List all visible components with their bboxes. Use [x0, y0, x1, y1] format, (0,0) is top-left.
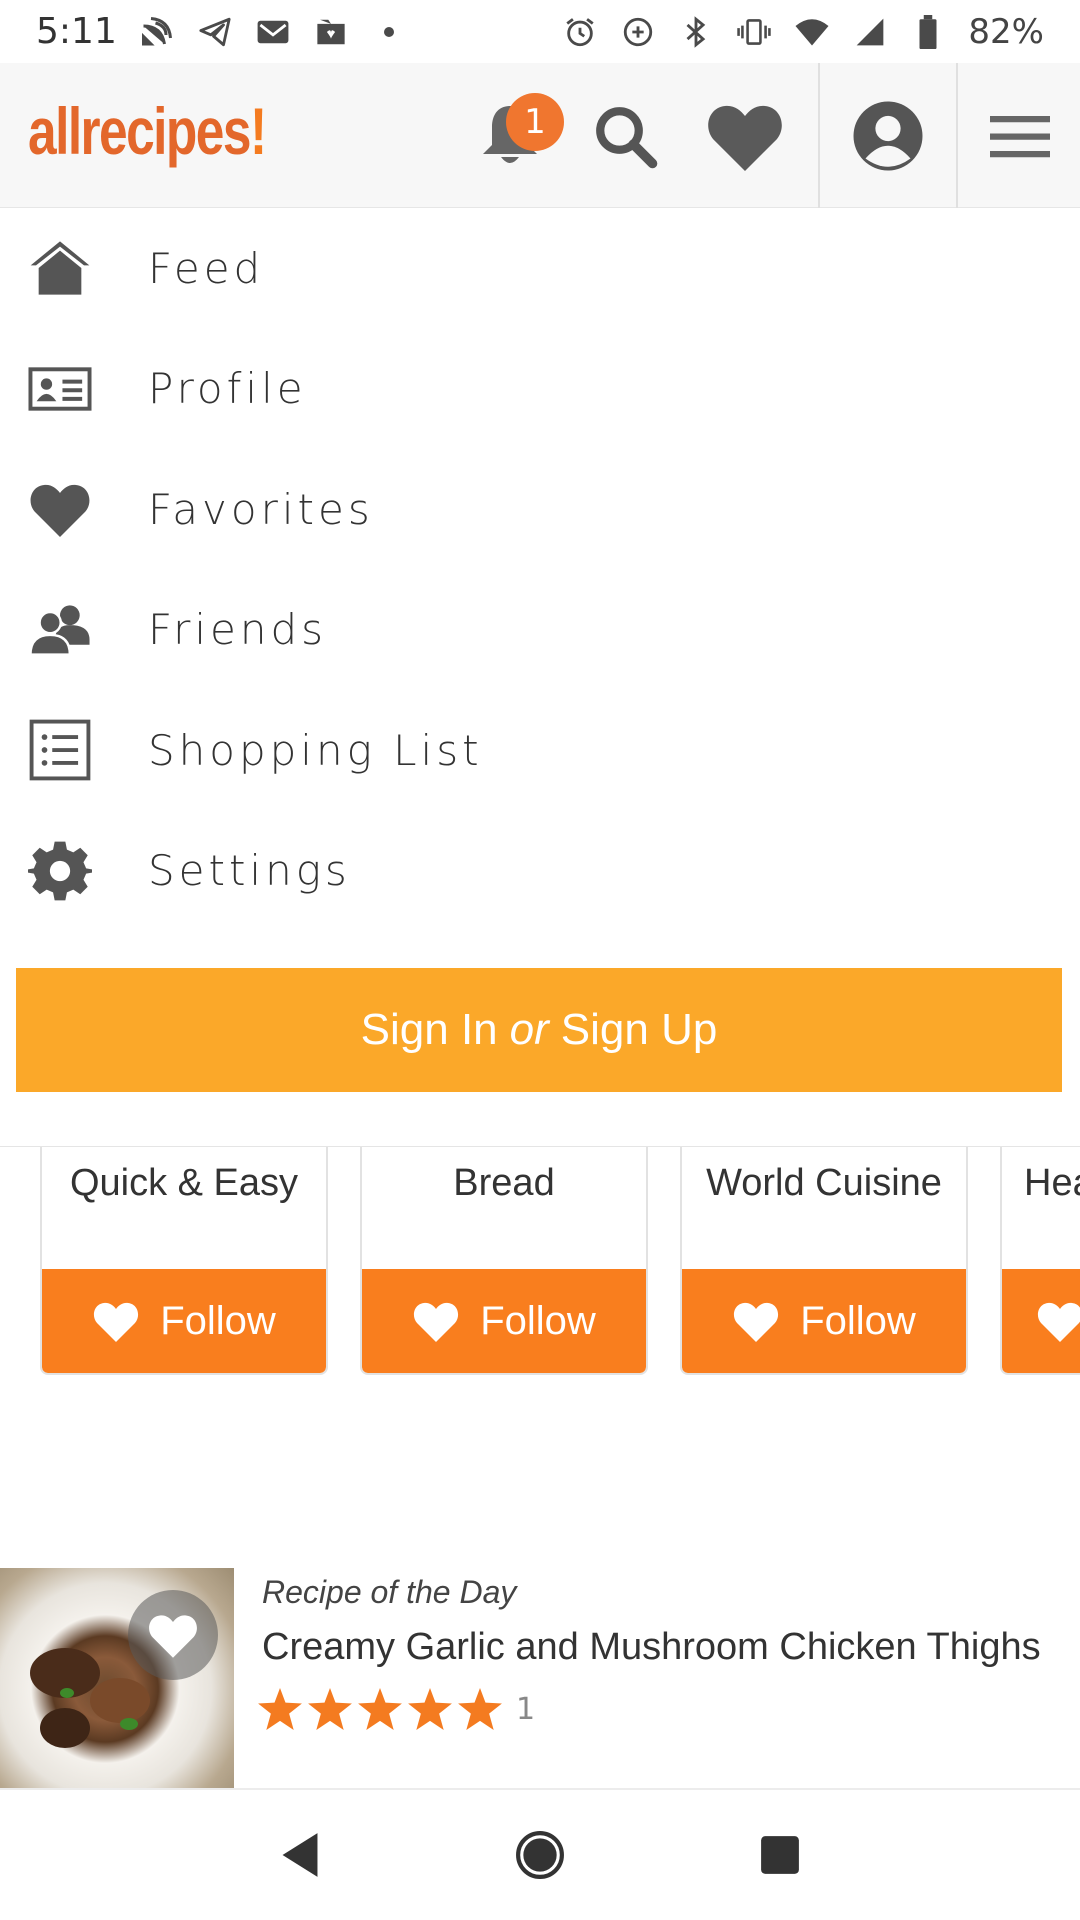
gear-icon: [28, 839, 92, 903]
home-circle-icon: [516, 1831, 564, 1879]
recipe-title[interactable]: Creamy Garlic and Mushroom Chicken Thigh…: [262, 1626, 1041, 1669]
follow-button[interactable]: Follow: [42, 1269, 326, 1373]
heart-icon: [708, 105, 782, 171]
category-title: Bread: [453, 1162, 555, 1204]
sign-up-text: Sign Up: [560, 1005, 718, 1054]
heart-icon: [28, 477, 92, 541]
hamburger-icon: [990, 115, 1050, 157]
dot-icon: [371, 14, 407, 50]
app-header: allrecipes! 1: [0, 63, 1080, 208]
recipe-of-the-day[interactable]: Recipe of the Day Creamy Garlic and Mush…: [0, 1568, 1080, 1788]
status-left: 5:11: [36, 11, 407, 52]
gmail-icon: [255, 14, 291, 50]
category-card[interactable]: World Cuisine Follow: [680, 1147, 968, 1375]
category-card[interactable]: Hea: [1000, 1147, 1080, 1375]
recipe-of-the-day-label: Recipe of the Day: [262, 1574, 517, 1610]
follow-label: Follow: [480, 1298, 596, 1343]
telegram-icon: [197, 14, 233, 50]
search-button[interactable]: [570, 63, 680, 208]
wifi-icon: [794, 14, 830, 50]
battery-percent: 82%: [968, 11, 1044, 52]
follow-button[interactable]: [1002, 1269, 1080, 1373]
menu-label-profile: Profile: [148, 364, 307, 414]
signal-icon: [852, 14, 888, 50]
logo-text: allrecipes: [28, 94, 252, 168]
menu-label-friends: Friends: [148, 605, 328, 655]
follow-button[interactable]: Follow: [682, 1269, 966, 1373]
category-card[interactable]: Bread Follow: [360, 1147, 648, 1375]
allrecipes-logo[interactable]: allrecipes!: [28, 93, 267, 169]
heart-icon: [149, 1615, 197, 1658]
heart-icon: [94, 1302, 139, 1342]
sign-in-sign-up-button[interactable]: Sign In or Sign Up: [16, 968, 1062, 1092]
sign-in-text: Sign In: [360, 1005, 498, 1054]
menu-label-shopping-list: Shopping List: [148, 725, 483, 775]
heart-icon: [734, 1302, 779, 1342]
star-icon: [358, 1688, 402, 1730]
status-bar: 5:11 82%: [0, 0, 1080, 63]
friends-icon: [28, 598, 92, 662]
home-button[interactable]: [500, 1815, 580, 1895]
menu-item-feed[interactable]: Feed: [0, 208, 1080, 329]
menu-item-friends[interactable]: Friends: [0, 570, 1080, 691]
menu-label-favorites: Favorites: [148, 484, 374, 534]
id-card-icon: [28, 357, 92, 421]
back-button[interactable]: [260, 1815, 340, 1895]
back-triangle-icon: [282, 1833, 318, 1877]
follow-button[interactable]: Follow: [362, 1269, 646, 1373]
wallet-icon: [313, 14, 349, 50]
star-icon: [258, 1688, 302, 1730]
hamburger-menu-button[interactable]: [960, 63, 1080, 208]
category-title: Hea: [1024, 1162, 1080, 1204]
bluetooth-icon: [678, 14, 714, 50]
status-right: 82%: [562, 12, 1044, 52]
alarm-icon: [562, 14, 598, 50]
category-card[interactable]: Quick & Easy Follow: [40, 1147, 328, 1375]
notifications-button[interactable]: 1: [450, 63, 570, 208]
star-icon: [458, 1688, 502, 1730]
category-cards-row: Quick & Easy Follow Bread Follow World C…: [0, 1146, 1080, 1376]
recents-square-icon: [761, 1836, 799, 1874]
menu-item-profile[interactable]: Profile: [0, 329, 1080, 450]
follow-label: Follow: [160, 1298, 276, 1343]
status-time: 5:11: [36, 11, 117, 52]
recipe-favorite-button[interactable]: [128, 1590, 218, 1680]
menu-item-favorites[interactable]: Favorites: [0, 449, 1080, 570]
home-icon: [28, 236, 92, 300]
rating-stars: 1: [258, 1688, 535, 1730]
cast-icon: [139, 14, 175, 50]
list-icon: [28, 718, 92, 782]
rating-count: 1: [516, 1691, 536, 1727]
data-saver-icon: [620, 14, 656, 50]
battery-icon: [910, 14, 946, 50]
menu-item-shopping-list[interactable]: Shopping List: [0, 690, 1080, 811]
android-nav-bar: [0, 1788, 1080, 1920]
heart-icon: [1037, 1302, 1080, 1342]
profile-button[interactable]: [818, 63, 958, 208]
side-menu: Feed Profile Favorites Friends Shopping …: [0, 208, 1080, 931]
heart-icon: [414, 1302, 459, 1342]
category-title: Quick & Easy: [69, 1162, 299, 1204]
or-text: or: [509, 1005, 549, 1054]
notification-badge: 1: [506, 93, 564, 151]
menu-item-settings[interactable]: Settings: [0, 811, 1080, 932]
category-title: World Cuisine: [706, 1162, 942, 1204]
star-icon: [408, 1688, 452, 1730]
menu-label-settings: Settings: [148, 846, 351, 896]
avatar-icon: [853, 101, 923, 170]
recipe-image[interactable]: [0, 1568, 234, 1788]
follow-label: Follow: [800, 1298, 916, 1343]
star-icon: [308, 1688, 352, 1730]
favorites-button[interactable]: [690, 63, 800, 208]
vibrate-icon: [736, 14, 772, 50]
search-icon: [596, 106, 658, 168]
menu-label-feed: Feed: [148, 243, 265, 293]
recents-button[interactable]: [740, 1815, 820, 1895]
